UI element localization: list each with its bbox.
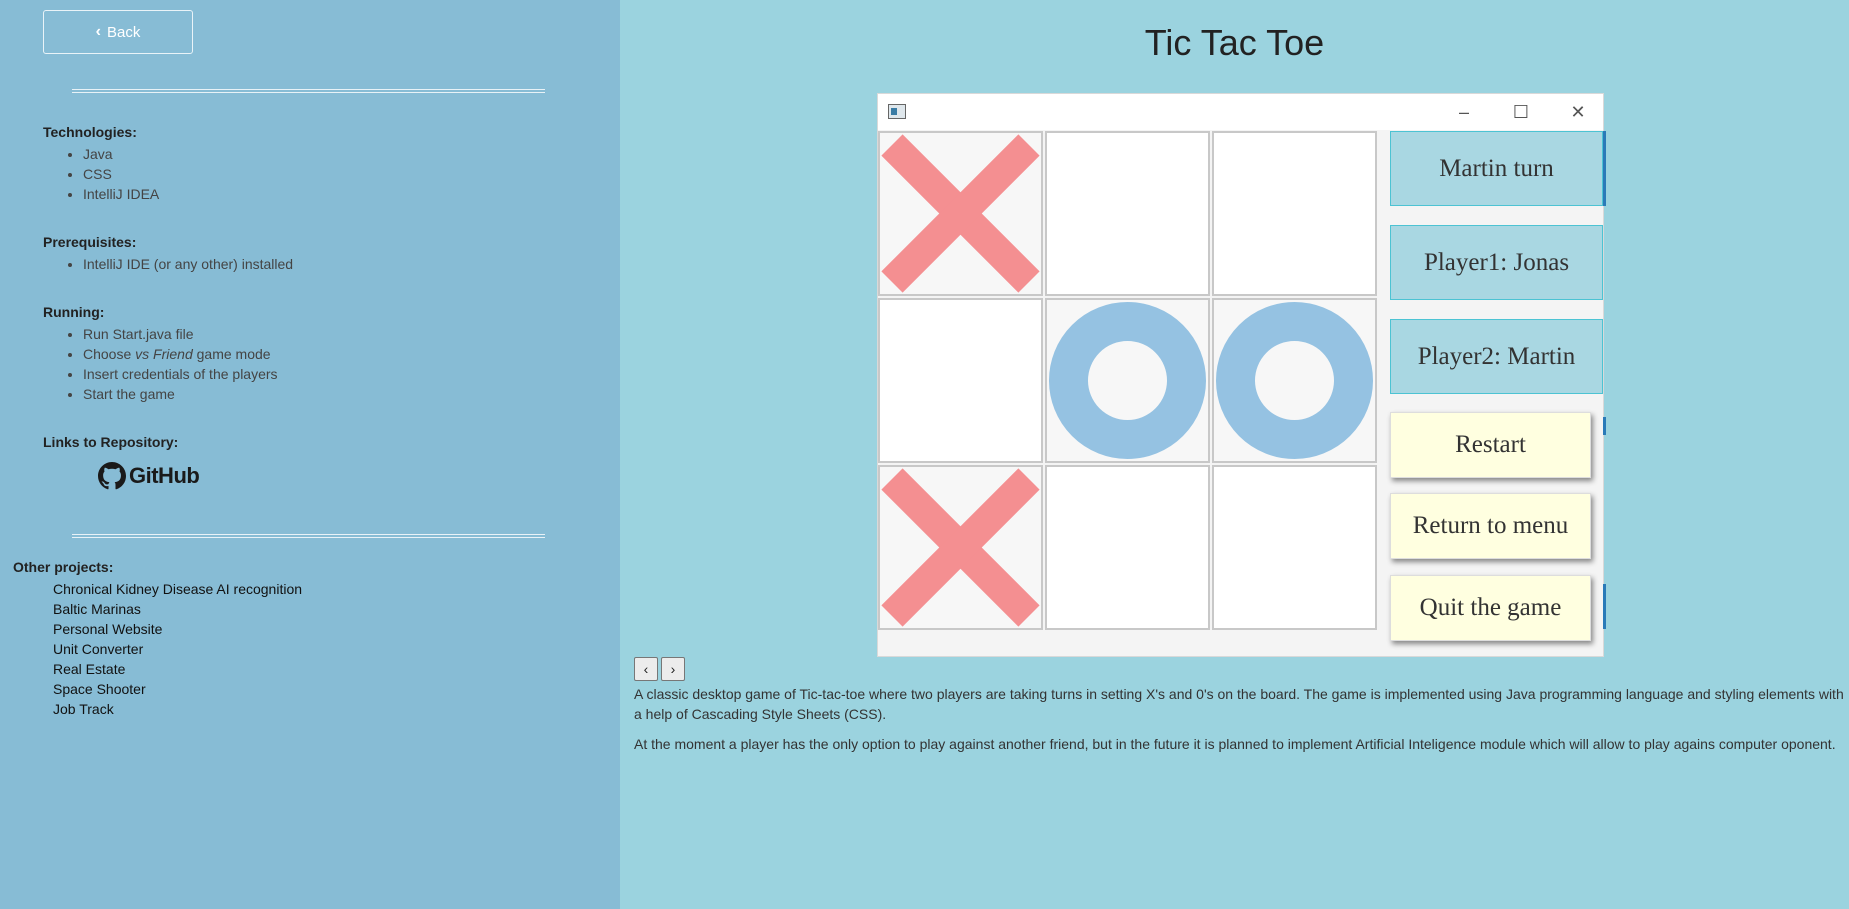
chevron-left-icon: ‹ bbox=[95, 23, 101, 40]
cell-o[interactable] bbox=[1045, 298, 1210, 463]
back-button[interactable]: ‹ Back bbox=[43, 10, 193, 54]
list-item: Insert credentials of the players bbox=[83, 364, 278, 384]
list-item: IntelliJ IDE (or any other) installed bbox=[83, 254, 293, 274]
cell-empty[interactable] bbox=[878, 298, 1043, 463]
list-item: Java bbox=[83, 144, 159, 164]
previous-image-button[interactable]: ‹ bbox=[634, 657, 658, 681]
running-heading: Running: bbox=[43, 304, 105, 320]
links-section: Links to Repository: bbox=[43, 434, 178, 454]
project-link[interactable]: Chronical Kidney Disease AI recognition bbox=[53, 579, 302, 599]
gallery-controls: ‹ › bbox=[634, 657, 685, 681]
description-paragraph: At the moment a player has the only opti… bbox=[634, 736, 1836, 752]
prerequisites-heading: Prerequisites: bbox=[43, 234, 137, 250]
links-heading: Links to Repository: bbox=[43, 434, 179, 450]
game-board bbox=[878, 131, 1378, 631]
window-edge bbox=[1603, 131, 1606, 206]
cell-x[interactable] bbox=[878, 465, 1043, 630]
quit-game-button[interactable]: Quit the game bbox=[1390, 575, 1591, 641]
running-section: Running: Run Start.java file Choose vs F… bbox=[43, 304, 278, 404]
window-edge bbox=[1603, 417, 1606, 435]
list-item: IntelliJ IDEA bbox=[83, 184, 159, 204]
game-screenshot: – ☐ ✕ Martin turn Player1: Jonas Player2… bbox=[877, 93, 1606, 657]
prerequisites-section: Prerequisites: IntelliJ IDE (or any othe… bbox=[43, 234, 293, 274]
github-label: GitHub bbox=[129, 463, 200, 488]
cell-empty[interactable] bbox=[1212, 465, 1377, 630]
other-projects-heading: Other projects: bbox=[13, 559, 114, 575]
divider bbox=[72, 89, 545, 93]
cell-empty[interactable] bbox=[1045, 131, 1210, 296]
return-to-menu-button[interactable]: Return to menu bbox=[1390, 493, 1591, 559]
running-step-text: game mode bbox=[192, 346, 271, 362]
next-image-button[interactable]: › bbox=[661, 657, 685, 681]
cell-empty[interactable] bbox=[1212, 131, 1377, 296]
cell-o[interactable] bbox=[1212, 298, 1377, 463]
close-icon[interactable]: ✕ bbox=[1566, 100, 1590, 124]
technologies-section: Technologies: Java CSS IntelliJ IDEA bbox=[43, 124, 159, 204]
list-item: Start the game bbox=[83, 384, 278, 404]
running-step-emphasis: vs Friend bbox=[135, 346, 193, 362]
back-button-label: Back bbox=[106, 23, 141, 41]
sidebar: ‹ Back Technologies: Java CSS IntelliJ I… bbox=[0, 0, 620, 909]
github-link[interactable]: GitHub bbox=[98, 462, 200, 490]
technologies-heading: Technologies: bbox=[43, 124, 137, 140]
list-item: CSS bbox=[83, 164, 159, 184]
project-link[interactable]: Personal Website bbox=[53, 619, 302, 639]
x-mark-icon bbox=[881, 134, 1040, 293]
project-link[interactable]: Unit Converter bbox=[53, 639, 302, 659]
github-icon bbox=[98, 462, 126, 490]
list-item: Run Start.java file bbox=[83, 324, 278, 344]
project-link[interactable]: Real Estate bbox=[53, 659, 302, 679]
description-paragraph: A classic desktop game of Tic-tac-toe wh… bbox=[634, 686, 1844, 722]
project-link[interactable]: Baltic Marinas bbox=[53, 599, 302, 619]
restart-button[interactable]: Restart bbox=[1390, 412, 1591, 478]
player1-label: Player1: Jonas bbox=[1390, 225, 1603, 300]
maximize-icon[interactable]: ☐ bbox=[1509, 100, 1533, 124]
app-icon bbox=[888, 104, 906, 119]
project-link[interactable]: Space Shooter bbox=[53, 679, 302, 699]
list-item: Choose vs Friend game mode bbox=[83, 344, 278, 364]
running-step-text: Choose bbox=[83, 346, 136, 362]
cell-x[interactable] bbox=[878, 131, 1043, 296]
turn-indicator: Martin turn bbox=[1390, 131, 1603, 206]
project-description: A classic desktop game of Tic-tac-toe wh… bbox=[634, 684, 1846, 764]
cell-empty[interactable] bbox=[1045, 465, 1210, 630]
page-title: Tic Tac Toe bbox=[1144, 22, 1325, 63]
o-mark-icon bbox=[1049, 302, 1206, 459]
other-projects-section: Other projects: Chronical Kidney Disease… bbox=[13, 559, 302, 719]
window-edge bbox=[1603, 584, 1606, 629]
project-link[interactable]: Job Track bbox=[53, 699, 302, 719]
player2-label: Player2: Martin bbox=[1390, 319, 1603, 394]
x-mark-icon bbox=[881, 468, 1040, 627]
o-mark-icon bbox=[1216, 302, 1373, 459]
divider bbox=[72, 534, 545, 538]
minimize-icon[interactable]: – bbox=[1452, 100, 1476, 124]
window-titlebar: – ☐ ✕ bbox=[878, 94, 1603, 130]
